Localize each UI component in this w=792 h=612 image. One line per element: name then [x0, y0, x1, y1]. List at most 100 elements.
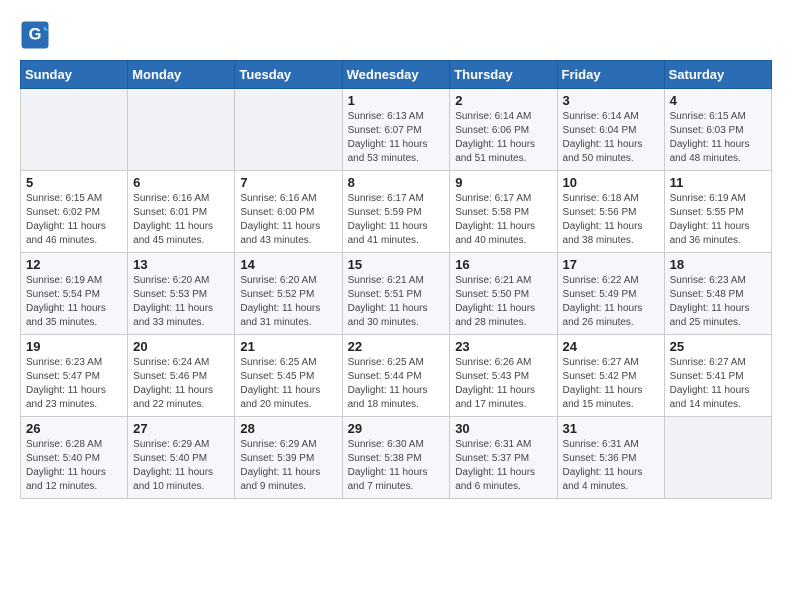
calendar-day: 13 Sunrise: 6:20 AM Sunset: 5:53 PM Dayli…: [128, 253, 235, 335]
calendar-day: 3Sunrise: 6:14 AM Sunset: 6:04 PM Daylig…: [557, 89, 664, 171]
day-info: Sunrise: 6:16 AM Sunset: 6:00 PM Dayligh…: [240, 192, 336, 248]
day-info: Sunrise: 6:15 AM Sunset: 6:03 PM Dayligh…: [670, 110, 766, 166]
calendar-day: 24 Sunrise: 6:27 AM Sunset: 5:42 PM Dayli…: [557, 335, 664, 417]
calendar-day: [21, 89, 128, 171]
day-number: 15: [348, 257, 445, 272]
calendar-day: 19 Sunrise: 6:23 AM Sunset: 5:47 PM Dayli…: [21, 335, 128, 417]
svg-text:G: G: [29, 26, 42, 44]
calendar-day: [128, 89, 235, 171]
calendar-day: 5 Sunrise: 6:15 AM Sunset: 6:02 PM Daylig…: [21, 171, 128, 253]
day-number: 11: [670, 175, 766, 190]
day-info: Sunrise: 6:31 AM Sunset: 5:36 PM Dayligh…: [563, 438, 659, 494]
day-info: Sunrise: 6:24 AM Sunset: 5:46 PM Dayligh…: [133, 356, 229, 412]
day-number: 7: [240, 175, 336, 190]
calendar-table: SundayMondayTuesdayWednesdayThursdayFrid…: [20, 60, 772, 499]
day-info: Sunrise: 6:20 AM Sunset: 5:53 PM Dayligh…: [133, 274, 229, 330]
calendar-day: 16 Sunrise: 6:21 AM Sunset: 5:50 PM Dayli…: [450, 253, 557, 335]
day-info: Sunrise: 6:28 AM Sunset: 5:40 PM Dayligh…: [26, 438, 122, 494]
calendar-day: 12 Sunrise: 6:19 AM Sunset: 5:54 PM Dayli…: [21, 253, 128, 335]
calendar-day: 14 Sunrise: 6:20 AM Sunset: 5:52 PM Dayli…: [235, 253, 342, 335]
day-info: Sunrise: 6:16 AM Sunset: 6:01 PM Dayligh…: [133, 192, 229, 248]
day-number: 30: [455, 421, 551, 436]
day-number: 24: [563, 339, 659, 354]
day-number: 22: [348, 339, 445, 354]
calendar-day: 28Sunrise: 6:29 AM Sunset: 5:39 PM Dayli…: [235, 417, 342, 499]
calendar-day: 15Sunrise: 6:21 AM Sunset: 5:51 PM Dayli…: [342, 253, 450, 335]
logo: G: [20, 20, 54, 50]
day-info: Sunrise: 6:17 AM Sunset: 5:58 PM Dayligh…: [455, 192, 551, 248]
day-number: 10: [563, 175, 659, 190]
day-info: Sunrise: 6:20 AM Sunset: 5:52 PM Dayligh…: [240, 274, 336, 330]
day-info: Sunrise: 6:23 AM Sunset: 5:47 PM Dayligh…: [26, 356, 122, 412]
calendar-day: [664, 417, 771, 499]
weekday-header-friday: Friday: [557, 61, 664, 89]
day-info: Sunrise: 6:17 AM Sunset: 5:59 PM Dayligh…: [348, 192, 445, 248]
weekday-header-row: SundayMondayTuesdayWednesdayThursdayFrid…: [21, 61, 772, 89]
calendar-day: 30Sunrise: 6:31 AM Sunset: 5:37 PM Dayli…: [450, 417, 557, 499]
weekday-header-thursday: Thursday: [450, 61, 557, 89]
day-number: 12: [26, 257, 122, 272]
day-number: 16: [455, 257, 551, 272]
calendar-day: 4 Sunrise: 6:15 AM Sunset: 6:03 PM Daylig…: [664, 89, 771, 171]
calendar-day: 22 Sunrise: 6:25 AM Sunset: 5:44 PM Dayli…: [342, 335, 450, 417]
day-number: 13: [133, 257, 229, 272]
day-number: 29: [348, 421, 445, 436]
calendar-day: 20 Sunrise: 6:24 AM Sunset: 5:46 PM Dayli…: [128, 335, 235, 417]
calendar-day: 27 Sunrise: 6:29 AM Sunset: 5:40 PM Dayli…: [128, 417, 235, 499]
weekday-header-tuesday: Tuesday: [235, 61, 342, 89]
day-number: 21: [240, 339, 336, 354]
calendar-day: 7 Sunrise: 6:16 AM Sunset: 6:00 PM Daylig…: [235, 171, 342, 253]
weekday-header-saturday: Saturday: [664, 61, 771, 89]
day-number: 5: [26, 175, 122, 190]
day-info: Sunrise: 6:27 AM Sunset: 5:41 PM Dayligh…: [670, 356, 766, 412]
calendar-week-1: 1 Sunrise: 6:13 AM Sunset: 6:07 PM Daylig…: [21, 89, 772, 171]
calendar-body: 1 Sunrise: 6:13 AM Sunset: 6:07 PM Daylig…: [21, 89, 772, 499]
calendar-day: 29 Sunrise: 6:30 AM Sunset: 5:38 PM Dayli…: [342, 417, 450, 499]
day-info: Sunrise: 6:25 AM Sunset: 5:44 PM Dayligh…: [348, 356, 445, 412]
calendar-header: SundayMondayTuesdayWednesdayThursdayFrid…: [21, 61, 772, 89]
day-number: 26: [26, 421, 122, 436]
day-info: Sunrise: 6:22 AM Sunset: 5:49 PM Dayligh…: [563, 274, 659, 330]
day-number: 23: [455, 339, 551, 354]
day-number: 1: [348, 93, 445, 108]
day-number: 17: [563, 257, 659, 272]
day-info: Sunrise: 6:14 AM Sunset: 6:06 PM Dayligh…: [455, 110, 551, 166]
day-number: 3: [563, 93, 659, 108]
day-number: 9: [455, 175, 551, 190]
calendar-day: 17 Sunrise: 6:22 AM Sunset: 5:49 PM Dayli…: [557, 253, 664, 335]
day-number: 6: [133, 175, 229, 190]
calendar-day: 8 Sunrise: 6:17 AM Sunset: 5:59 PM Daylig…: [342, 171, 450, 253]
day-info: Sunrise: 6:18 AM Sunset: 5:56 PM Dayligh…: [563, 192, 659, 248]
day-info: Sunrise: 6:30 AM Sunset: 5:38 PM Dayligh…: [348, 438, 445, 494]
day-info: Sunrise: 6:26 AM Sunset: 5:43 PM Dayligh…: [455, 356, 551, 412]
day-info: Sunrise: 6:27 AM Sunset: 5:42 PM Dayligh…: [563, 356, 659, 412]
day-number: 8: [348, 175, 445, 190]
day-info: Sunrise: 6:19 AM Sunset: 5:54 PM Dayligh…: [26, 274, 122, 330]
page-header: G: [20, 20, 772, 50]
day-info: Sunrise: 6:21 AM Sunset: 5:50 PM Dayligh…: [455, 274, 551, 330]
day-number: 18: [670, 257, 766, 272]
day-number: 25: [670, 339, 766, 354]
calendar-day: 2 Sunrise: 6:14 AM Sunset: 6:06 PM Daylig…: [450, 89, 557, 171]
day-info: Sunrise: 6:29 AM Sunset: 5:40 PM Dayligh…: [133, 438, 229, 494]
day-info: Sunrise: 6:15 AM Sunset: 6:02 PM Dayligh…: [26, 192, 122, 248]
calendar-day: 9 Sunrise: 6:17 AM Sunset: 5:58 PM Daylig…: [450, 171, 557, 253]
calendar-day: 23 Sunrise: 6:26 AM Sunset: 5:43 PM Dayli…: [450, 335, 557, 417]
calendar-day: 10 Sunrise: 6:18 AM Sunset: 5:56 PM Dayli…: [557, 171, 664, 253]
day-number: 4: [670, 93, 766, 108]
calendar-day: 25 Sunrise: 6:27 AM Sunset: 5:41 PM Dayli…: [664, 335, 771, 417]
day-number: 20: [133, 339, 229, 354]
day-info: Sunrise: 6:29 AM Sunset: 5:39 PM Dayligh…: [240, 438, 336, 494]
calendar-day: 21Sunrise: 6:25 AM Sunset: 5:45 PM Dayli…: [235, 335, 342, 417]
calendar-day: 6 Sunrise: 6:16 AM Sunset: 6:01 PM Daylig…: [128, 171, 235, 253]
calendar-week-4: 19 Sunrise: 6:23 AM Sunset: 5:47 PM Dayli…: [21, 335, 772, 417]
day-number: 14: [240, 257, 336, 272]
day-number: 31: [563, 421, 659, 436]
day-number: 19: [26, 339, 122, 354]
day-number: 2: [455, 93, 551, 108]
day-info: Sunrise: 6:13 AM Sunset: 6:07 PM Dayligh…: [348, 110, 445, 166]
day-info: Sunrise: 6:23 AM Sunset: 5:48 PM Dayligh…: [670, 274, 766, 330]
calendar-day: 26 Sunrise: 6:28 AM Sunset: 5:40 PM Dayli…: [21, 417, 128, 499]
calendar-day: [235, 89, 342, 171]
day-number: 27: [133, 421, 229, 436]
